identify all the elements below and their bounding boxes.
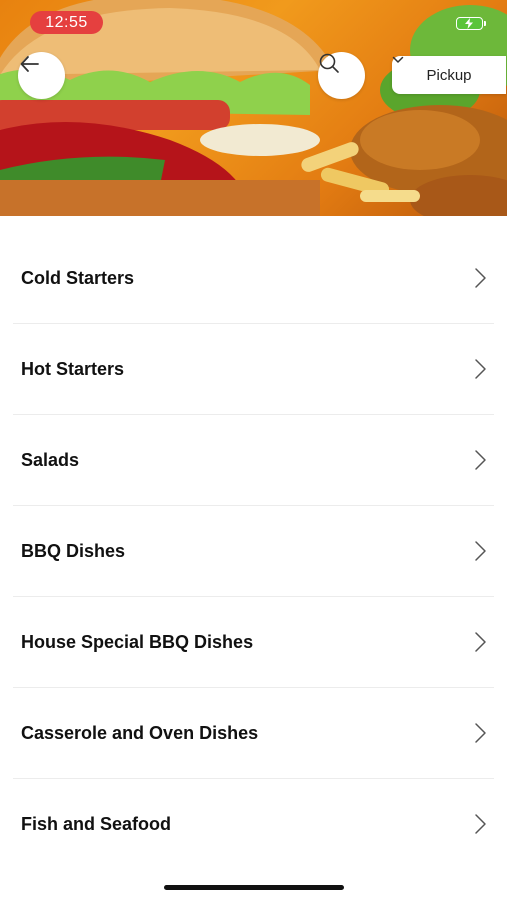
order-mode-label: Pickup	[426, 66, 472, 84]
category-item-salads[interactable]: Salads	[13, 415, 494, 506]
category-item-fish-and-seafood[interactable]: Fish and Seafood	[13, 779, 494, 869]
chevron-right-icon	[475, 268, 486, 288]
battery-icon	[456, 17, 486, 30]
category-item-casserole-and-oven-dishes[interactable]: Casserole and Oven Dishes	[13, 688, 494, 779]
home-indicator[interactable]	[164, 885, 344, 890]
hero-banner-image: 12:55 Pickup	[0, 0, 507, 216]
search-button[interactable]	[318, 52, 365, 99]
category-label: House Special BBQ Dishes	[21, 632, 254, 652]
category-item-house-special-bbq-dishes[interactable]: House Special BBQ Dishes	[13, 597, 494, 688]
category-label: Fish and Seafood	[21, 814, 172, 834]
category-item-cold-starters[interactable]: Cold Starters	[13, 233, 494, 324]
category-label: Salads	[21, 450, 80, 470]
chevron-right-icon	[475, 359, 486, 379]
status-time: 12:55	[30, 11, 103, 34]
category-label: Cold Starters	[21, 268, 135, 288]
arrow-left-icon	[20, 56, 39, 72]
category-label: Hot Starters	[21, 359, 125, 379]
category-label: BBQ Dishes	[21, 541, 126, 561]
chevron-right-icon	[475, 814, 486, 834]
category-item-bbq-dishes[interactable]: BBQ Dishes	[13, 506, 494, 597]
search-icon	[319, 53, 339, 73]
order-mode-dropdown[interactable]: Pickup	[392, 56, 506, 94]
chevron-down-icon	[392, 56, 404, 63]
chevron-right-icon	[475, 723, 486, 743]
chevron-right-icon	[475, 632, 486, 652]
category-item-hot-starters[interactable]: Hot Starters	[13, 324, 494, 415]
category-label: Casserole and Oven Dishes	[21, 723, 259, 743]
chevron-right-icon	[475, 450, 486, 470]
chevron-right-icon	[475, 541, 486, 561]
back-button[interactable]	[18, 52, 65, 99]
category-list: Cold Starters Hot Starters Salads BBQ Di…	[0, 233, 507, 869]
